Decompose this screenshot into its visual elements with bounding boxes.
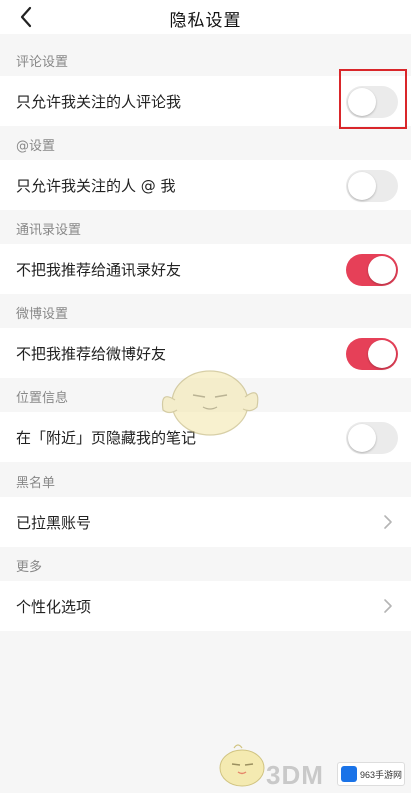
- navigation-bar: 隐私设置: [0, 0, 411, 34]
- row-contacts-recommend: 不把我推荐给通讯录好友: [0, 244, 411, 294]
- site-watermark: 963手游网: [337, 762, 405, 786]
- section-header-weibo: 微博设置: [16, 307, 69, 322]
- chevron-right-icon: [384, 599, 392, 613]
- chevron-right-icon: [384, 515, 392, 529]
- section-header-blacklist: 黑名单: [16, 476, 56, 491]
- row-label: 不把我推荐给通讯录好友: [16, 260, 182, 279]
- toggle-knob: [348, 172, 376, 200]
- site-logo-icon: [341, 766, 357, 782]
- weibo-toggle[interactable]: [346, 338, 398, 370]
- row-label: 只允许我关注的人评论我: [16, 92, 182, 111]
- row-personalization[interactable]: 个性化选项: [0, 581, 411, 631]
- section-header-mention: @设置: [16, 139, 56, 154]
- mascot-watermark: [161, 370, 259, 436]
- page-title: 隐私设置: [169, 11, 242, 31]
- row-label: 只允许我关注的人 @ 我: [16, 176, 176, 195]
- row-label: 已拉黑账号: [16, 513, 92, 532]
- location-toggle[interactable]: [346, 422, 398, 454]
- row-mention-followed-only: 只允许我关注的人 @ 我: [0, 160, 411, 210]
- mention-toggle[interactable]: [346, 170, 398, 202]
- toggle-knob: [368, 340, 396, 368]
- section-header-contacts: 通讯录设置: [16, 223, 82, 238]
- brand-watermark: 3DM: [266, 760, 324, 790]
- contacts-toggle[interactable]: [346, 254, 398, 286]
- row-label: 个性化选项: [16, 597, 92, 616]
- toggle-knob: [348, 424, 376, 452]
- highlight-box: [339, 69, 407, 129]
- section-header-more: 更多: [16, 560, 43, 575]
- toggle-knob: [368, 256, 396, 284]
- bird-watermark-icon: [219, 744, 265, 787]
- site-watermark-text: 963手游网: [360, 769, 403, 780]
- row-blocked-accounts[interactable]: 已拉黑账号: [0, 497, 411, 547]
- row-label: 不把我推荐给微博好友: [16, 344, 167, 363]
